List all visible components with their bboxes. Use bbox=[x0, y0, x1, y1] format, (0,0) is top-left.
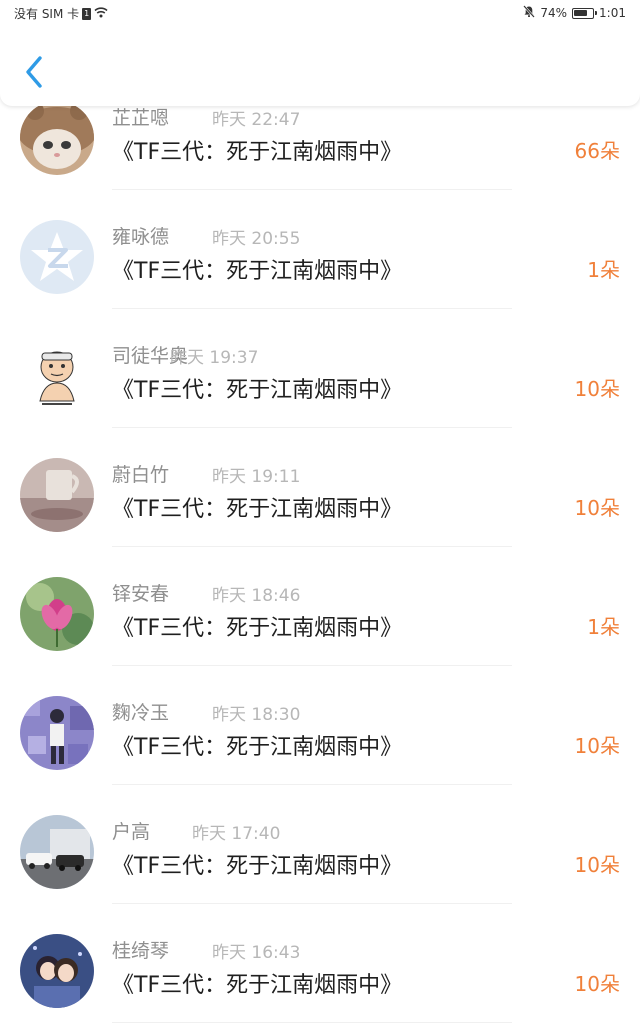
book-title: 《TF三代：死于江南烟雨中》 bbox=[112, 735, 403, 760]
user-name[interactable]: 桂绮琴 bbox=[112, 936, 169, 963]
flower-count: 10朵 bbox=[574, 972, 620, 996]
mute-bell-icon bbox=[523, 5, 536, 21]
row-divider bbox=[112, 427, 512, 428]
avatar[interactable] bbox=[20, 696, 94, 770]
book-title: 《TF三代：死于江南烟雨中》 bbox=[112, 497, 403, 522]
gift-time: 昨天 20:55 bbox=[212, 229, 301, 249]
back-button[interactable] bbox=[18, 52, 52, 92]
flower-count: 66朵 bbox=[574, 139, 620, 163]
book-title: 《TF三代：死于江南烟雨中》 bbox=[112, 854, 403, 879]
row-divider bbox=[112, 784, 512, 785]
clock-time: 1:01 bbox=[599, 6, 626, 20]
book-title: 《TF三代：死于江南烟雨中》 bbox=[112, 259, 403, 284]
sim-slot-icon: 1 bbox=[82, 7, 92, 20]
flower-count: 10朵 bbox=[574, 853, 620, 877]
row-divider bbox=[112, 546, 512, 547]
flower-count: 1朵 bbox=[587, 258, 620, 282]
list-item[interactable]: 铎安春 昨天 18:46 《TF三代：死于江南烟雨中》 1朵 bbox=[0, 577, 640, 695]
gift-time: 昨天 18:30 bbox=[212, 705, 301, 725]
avatar[interactable] bbox=[20, 815, 94, 889]
avatar[interactable] bbox=[20, 339, 94, 413]
gift-time: 昨天 19:11 bbox=[212, 467, 301, 487]
row-divider bbox=[112, 189, 512, 190]
screen: 没有 SIM 卡 1 74% 1:01 芷芷嗯 昨天 22:47 《TF三代：死… bbox=[0, 0, 640, 1024]
chevron-left-icon bbox=[26, 56, 42, 88]
book-title: 《TF三代：死于江南烟雨中》 bbox=[112, 378, 403, 403]
row-divider bbox=[112, 308, 512, 309]
flower-count: 10朵 bbox=[574, 496, 620, 520]
user-name[interactable]: 麴冷玉 bbox=[112, 698, 169, 725]
book-title: 《TF三代：死于江南烟雨中》 bbox=[112, 140, 403, 165]
user-name[interactable]: 蔚白竹 bbox=[112, 460, 169, 487]
carrier-text: 没有 SIM 卡 bbox=[14, 7, 80, 21]
list-item[interactable]: 芷芷嗯 昨天 22:47 《TF三代：死于江南烟雨中》 66朵 bbox=[0, 101, 640, 219]
avatar[interactable] bbox=[20, 934, 94, 1008]
status-left: 没有 SIM 卡 1 bbox=[14, 5, 108, 22]
battery-fill bbox=[574, 9, 588, 16]
status-right: 74% 1:01 bbox=[523, 5, 626, 21]
avatar[interactable] bbox=[20, 577, 94, 651]
row-divider bbox=[112, 903, 512, 904]
gift-time: 昨天 22:47 bbox=[212, 110, 301, 130]
avatar[interactable] bbox=[20, 220, 94, 294]
gift-time: 昨天 18:46 bbox=[212, 586, 301, 606]
book-title: 《TF三代：死于江南烟雨中》 bbox=[112, 973, 403, 998]
list-item[interactable]: 户高 昨天 17:40 《TF三代：死于江南烟雨中》 10朵 bbox=[0, 815, 640, 933]
list-item[interactable]: 桂绮琴 昨天 16:43 《TF三代：死于江南烟雨中》 10朵 bbox=[0, 934, 640, 1024]
gift-time: 昨天 19:37 bbox=[170, 348, 259, 368]
battery-percent: 74% bbox=[540, 6, 568, 20]
battery-icon bbox=[572, 7, 598, 19]
user-name[interactable]: 芷芷嗯 bbox=[112, 103, 169, 130]
wifi-icon bbox=[94, 6, 108, 21]
user-name[interactable]: 雍咏德 bbox=[112, 222, 169, 249]
flower-count: 10朵 bbox=[574, 734, 620, 758]
list-item[interactable]: 司徒华奥 昨天 19:37 《TF三代：死于江南烟雨中》 10朵 bbox=[0, 339, 640, 457]
list-item[interactable]: 麴冷玉 昨天 18:30 《TF三代：死于江南烟雨中》 10朵 bbox=[0, 696, 640, 814]
avatar[interactable] bbox=[20, 101, 94, 175]
gift-time: 昨天 17:40 bbox=[192, 824, 281, 844]
gift-time: 昨天 16:43 bbox=[212, 943, 301, 963]
row-divider bbox=[112, 1022, 512, 1023]
status-bar: 没有 SIM 卡 1 74% 1:01 bbox=[0, 0, 640, 26]
list-item[interactable]: 雍咏德 昨天 20:55 《TF三代：死于江南烟雨中》 1朵 bbox=[0, 220, 640, 338]
flower-count: 10朵 bbox=[574, 377, 620, 401]
flower-count: 1朵 bbox=[587, 615, 620, 639]
avatar[interactable] bbox=[20, 458, 94, 532]
row-divider bbox=[112, 665, 512, 666]
user-name[interactable]: 铎安春 bbox=[112, 579, 169, 606]
list-item[interactable]: 蔚白竹 昨天 19:11 《TF三代：死于江南烟雨中》 10朵 bbox=[0, 458, 640, 576]
user-name[interactable]: 户高 bbox=[112, 817, 150, 844]
book-title: 《TF三代：死于江南烟雨中》 bbox=[112, 616, 403, 641]
